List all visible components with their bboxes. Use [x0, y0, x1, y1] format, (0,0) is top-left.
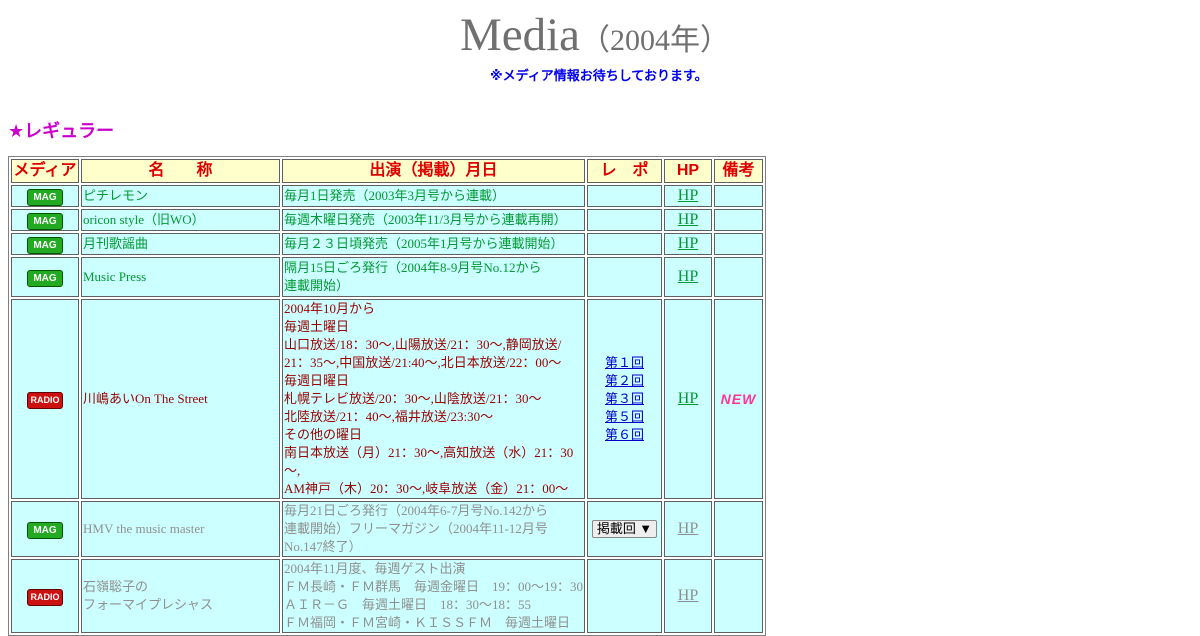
hp-link[interactable]: HP: [678, 235, 698, 252]
date-line: 毎月21日ごろ発行（2004年6-7月号No.142から: [284, 503, 548, 518]
page-title-text: Media: [459, 9, 581, 61]
row-report: [587, 559, 662, 633]
row-name: ピチレモン: [81, 185, 280, 207]
row-name: Music Press: [81, 257, 280, 297]
date-line: 連載開始）: [284, 278, 350, 293]
hp-link[interactable]: HP: [678, 587, 698, 604]
date-line: 隔月15日ごろ発行（2004年8-9月号No.12から: [284, 260, 542, 275]
mag-icon: MAG: [27, 521, 63, 539]
table-row: MAG HMV the music master 毎月21日ごろ発行（2004年…: [11, 501, 763, 557]
row-date: 2004年10月から 毎週土曜日 山口放送/18：30～,山陽放送/21：30～…: [282, 299, 585, 499]
row-name: HMV the music master: [81, 501, 280, 557]
row-note: [714, 257, 763, 297]
page-title: Media（2004年）: [460, 8, 730, 62]
notice-text: ※メディア情報お待ちしております。: [490, 68, 708, 83]
table-row: MAG 月刊歌謡曲 毎月２３日頃発売（2005年1月号から連載開始） HP: [11, 233, 763, 255]
hp-link[interactable]: HP: [678, 520, 698, 537]
row-name: 石嶺聡子の フォーマイプレシャス: [81, 559, 280, 633]
name-line: 石嶺聡子の: [83, 579, 149, 594]
row-name: 月刊歌謡曲: [81, 233, 280, 255]
report-link-5[interactable]: 第５回: [589, 408, 660, 426]
header-name: 名 称: [81, 159, 280, 183]
row-date: 隔月15日ごろ発行（2004年8-9月号No.12から 連載開始）: [282, 257, 585, 297]
chevron-down-icon: ▼: [639, 521, 653, 536]
date-line: ＡＩＲ－Ｇ 毎週土曜日 18：30～18：55: [284, 597, 532, 612]
page-title-wrap: Media（2004年）: [0, 8, 1190, 62]
row-note: [714, 559, 763, 633]
row-note: [714, 209, 763, 231]
row-report: 第１回 第２回 第３回 第５回 第６回: [587, 299, 662, 499]
table-row: MAG oricon style（旧WO） 毎週木曜日発売（2003年11/3月…: [11, 209, 763, 231]
date-line: 連載開始）フリーマガジン（2004年11-12月号: [284, 521, 548, 536]
row-date: 毎週木曜日発売（2003年11/3月号から連載再開）: [282, 209, 585, 231]
row-date: 毎月21日ごろ発行（2004年6-7月号No.142から 連載開始）フリーマガジ…: [282, 501, 585, 557]
report-link-2[interactable]: 第２回: [589, 372, 660, 390]
date-line: 札幌テレビ放送/20：30～,山陰放送/21：30～: [284, 391, 542, 406]
date-line: その他の曜日: [284, 427, 363, 442]
issue-select-label: 掲載回: [596, 521, 636, 536]
media-table: メディア 名 称 出演（掲載）月日 レ ポ HP 備考 MAG ピチレモン 毎月…: [8, 156, 766, 636]
radio-icon: RADIO: [27, 588, 63, 606]
date-line: 毎週土曜日: [284, 319, 350, 334]
header-media: メディア: [11, 159, 79, 183]
header-date: 出演（掲載）月日: [282, 159, 585, 183]
date-line: 毎週日曜日: [284, 373, 350, 388]
date-line: 2004年10月から: [284, 301, 376, 316]
date-line: No.147終了）: [284, 539, 362, 554]
page-title-year: （2004年）: [580, 24, 731, 57]
date-line: ＦＭ長崎・ＦＭ群馬 毎週金曜日 19：00～19：30: [284, 579, 584, 594]
date-line: ～,: [284, 463, 301, 478]
table-header-row: メディア 名 称 出演（掲載）月日 レ ポ HP 備考: [11, 159, 763, 183]
table-row: MAG ピチレモン 毎月1日発売（2003年3月号から連載） HP: [11, 185, 763, 207]
table-row: MAG Music Press 隔月15日ごろ発行（2004年8-9月号No.1…: [11, 257, 763, 297]
date-line: 21：35～,中国放送/21:40～,北日本放送/22：00～: [284, 355, 562, 370]
radio-icon: RADIO: [27, 391, 63, 409]
mag-icon: MAG: [27, 188, 63, 206]
row-date: 2004年11月度、毎週ゲスト出演 ＦＭ長崎・ＦＭ群馬 毎週金曜日 19：00～…: [282, 559, 585, 633]
mag-icon: MAG: [27, 212, 63, 230]
report-link-3[interactable]: 第３回: [589, 390, 660, 408]
date-line: AM神戸（木）20：30～,岐阜放送（金）21：00～: [284, 481, 569, 496]
table-row: RADIO 川嶋あいOn The Street 2004年10月から 毎週土曜日…: [11, 299, 763, 499]
row-name: 川嶋あいOn The Street: [81, 299, 280, 499]
header-report: レ ポ: [587, 159, 662, 183]
report-link-6[interactable]: 第６回: [589, 426, 660, 444]
date-line: 北陸放送/21：40～,福井放送/23:30～: [284, 409, 494, 424]
report-link-1[interactable]: 第１回: [589, 354, 660, 372]
row-note: [714, 185, 763, 207]
mag-icon: MAG: [27, 236, 63, 254]
hp-link[interactable]: HP: [678, 187, 698, 204]
row-report: [587, 209, 662, 231]
section-title: ★レギュラー: [8, 121, 115, 141]
row-report: [587, 257, 662, 297]
table-row: RADIO 石嶺聡子の フォーマイプレシャス 2004年11月度、毎週ゲスト出演…: [11, 559, 763, 633]
hp-link[interactable]: HP: [678, 390, 698, 407]
row-report: [587, 185, 662, 207]
mag-icon: MAG: [27, 269, 63, 287]
new-badge: NEW: [720, 390, 757, 407]
date-line: 2004年11月度、毎週ゲスト出演: [284, 561, 466, 576]
date-line: 南日本放送（月）21：30～,高知放送（水）21：30: [284, 445, 574, 460]
row-date: 毎月1日発売（2003年3月号から連載）: [282, 185, 585, 207]
hp-link[interactable]: HP: [678, 211, 698, 228]
row-name: oricon style（旧WO）: [81, 209, 280, 231]
issue-select[interactable]: 掲載回 ▼: [591, 520, 658, 538]
row-date: 毎月２３日頃発売（2005年1月号から連載開始）: [282, 233, 585, 255]
row-note: [714, 233, 763, 255]
row-note: [714, 501, 763, 557]
header-note: 備考: [714, 159, 763, 183]
hp-link[interactable]: HP: [678, 268, 698, 285]
header-hp: HP: [664, 159, 712, 183]
row-report: [587, 233, 662, 255]
date-line: ＦＭ福岡・ＦＭ宮崎・ＫＩＳＳＦＭ 毎週土曜日: [284, 615, 571, 630]
date-line: 山口放送/18：30～,山陽放送/21：30～,静岡放送/: [284, 337, 562, 352]
name-line: フォーマイプレシャス: [83, 597, 214, 612]
